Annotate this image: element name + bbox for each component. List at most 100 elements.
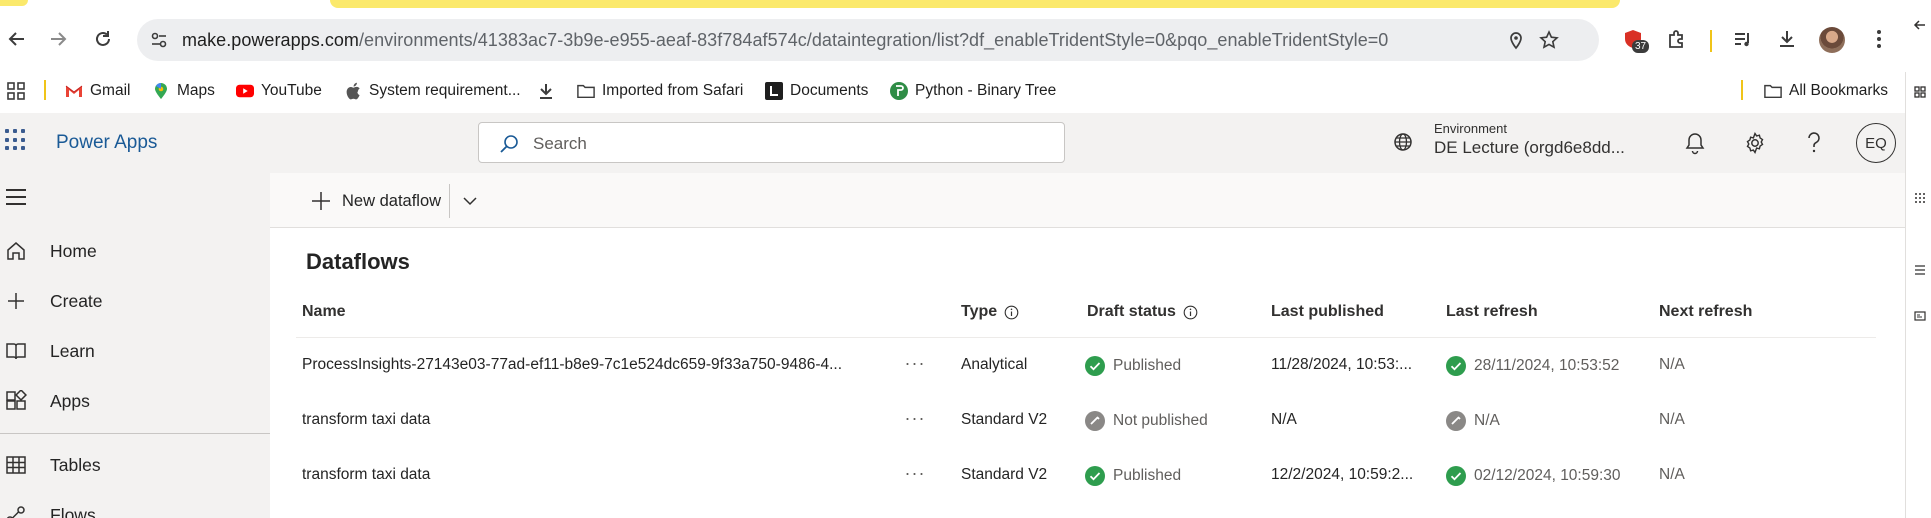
media-queue-icon[interactable]: [1728, 24, 1758, 54]
help-question-icon[interactable]: [1800, 129, 1828, 157]
table-row[interactable]: ProcessInsights-27143e03-77ad-ef11-b8e9-…: [296, 339, 1876, 394]
location-icon[interactable]: [1504, 28, 1528, 52]
column-label: Next refresh: [1659, 303, 1753, 320]
bookmark-youtube[interactable]: YouTube: [236, 78, 322, 104]
search-input[interactable]: Search: [533, 134, 587, 154]
bookmark-label: YouTube: [261, 82, 322, 99]
check-circle-icon: [1446, 356, 1466, 376]
bookmark-python-binary-tree[interactable]: Python - Binary Tree: [890, 78, 1056, 104]
column-header-last-published[interactable]: Last published: [1271, 303, 1384, 321]
app-title[interactable]: Power Apps: [56, 132, 157, 154]
nav-item-learn[interactable]: Learn: [0, 331, 270, 371]
apple-icon: [344, 82, 362, 100]
column-header-draft-status[interactable]: Draft status: [1087, 303, 1198, 321]
back-arrow-icon[interactable]: [1912, 17, 1928, 33]
nav-item-create[interactable]: Create: [0, 281, 270, 321]
forward-icon[interactable]: [41, 22, 75, 56]
bookmark-label: Documents: [790, 82, 869, 99]
grid-icon[interactable]: [1912, 190, 1928, 206]
app-launcher-icon[interactable]: [5, 129, 27, 151]
new-dataflow-button[interactable]: New dataflow: [310, 186, 441, 216]
url-path: /environments/41383ac7-3b9e-e955-aeaf-83…: [358, 30, 1389, 50]
nav-label: Learn: [50, 340, 95, 361]
column-header-last-refresh[interactable]: Last refresh: [1446, 303, 1538, 321]
youtube-icon: [236, 82, 254, 100]
download-icon[interactable]: [1772, 24, 1802, 54]
bookmark-system-requirements[interactable]: System requirement...: [344, 78, 521, 104]
address-bar[interactable]: make.powerapps.com/environments/41383ac7…: [137, 19, 1599, 61]
chevron-down-icon[interactable]: [458, 189, 482, 213]
info-icon[interactable]: [1004, 305, 1019, 320]
home-icon: [4, 239, 28, 263]
site-settings-icon[interactable]: [147, 28, 171, 52]
last-published: N/A: [1271, 411, 1297, 428]
reload-icon[interactable]: [86, 22, 120, 56]
dataflow-name-link[interactable]: ProcessInsights-27143e03-77ad-ef11-b8e9-…: [302, 356, 842, 374]
grid-icon[interactable]: [1912, 84, 1928, 100]
last-refresh[interactable]: 28/11/2024, 10:53:52: [1446, 356, 1619, 376]
notifications-bell-icon[interactable]: [1681, 129, 1709, 157]
hamburger-menu-icon[interactable]: [6, 189, 28, 207]
bookmark-label: Gmail: [90, 82, 131, 99]
nav-label: Apps: [50, 390, 90, 411]
nav-item-apps[interactable]: Apps: [0, 381, 270, 421]
last-refresh[interactable]: 02/12/2024, 10:59:30: [1446, 466, 1621, 486]
user-avatar[interactable]: EQ: [1856, 123, 1896, 163]
table-row[interactable]: transform taxi data ··· Standard V2 Publ…: [296, 449, 1876, 504]
bookmark-folder-imported[interactable]: Imported from Safari: [577, 78, 743, 104]
table-row[interactable]: transform taxi data ··· Standard V2 Not …: [296, 394, 1876, 449]
nav-item-tables[interactable]: Tables: [0, 445, 270, 485]
plus-icon: [312, 192, 330, 210]
bookmark-star-icon[interactable]: [1537, 28, 1561, 52]
dataflow-name-link[interactable]: transform taxi data: [302, 411, 430, 429]
app-header: Power Apps Search Environment DE Lecture…: [0, 113, 1905, 173]
nav-label: Tables: [50, 454, 101, 475]
dataflow-type: Analytical: [961, 356, 1028, 373]
command-bar: New dataflow: [270, 173, 1905, 228]
last-published: 11/28/2024, 10:53:...: [1271, 356, 1413, 373]
nav-item-flows[interactable]: Flows: [0, 495, 270, 518]
column-header-next-refresh[interactable]: Next refresh: [1659, 303, 1752, 321]
bookmark-download[interactable]: [537, 78, 555, 104]
search-icon: [500, 135, 518, 153]
puzzle-extensions-icon[interactable]: [1662, 24, 1692, 54]
panel-icon[interactable]: [1912, 308, 1928, 324]
left-navigation: Home Create Learn Apps Tables Flows: [0, 173, 270, 518]
dataflow-name-link[interactable]: transform taxi data: [302, 466, 430, 484]
check-circle-icon: [1446, 466, 1466, 486]
bookmark-maps[interactable]: Maps: [152, 78, 215, 104]
not-published-icon: [1085, 411, 1105, 431]
settings-gear-icon[interactable]: [1741, 129, 1769, 157]
documents-logo-icon: [765, 82, 783, 100]
nav-item-home[interactable]: Home: [0, 231, 270, 271]
apps-grid-icon[interactable]: [7, 78, 25, 104]
browser-toolbar: make.powerapps.com/environments/41383ac7…: [0, 0, 1931, 80]
address-url[interactable]: make.powerapps.com/environments/41383ac7…: [182, 30, 1388, 51]
column-label: Last refresh: [1446, 303, 1538, 320]
menu-icon[interactable]: [1912, 262, 1928, 278]
all-bookmarks[interactable]: All Bookmarks: [1764, 78, 1888, 104]
bookmark-documents[interactable]: Documents: [765, 78, 868, 104]
draft-status: Not published: [1085, 411, 1208, 431]
environment-picker[interactable]: DE Lecture (orgd6e8dd...: [1434, 138, 1625, 158]
gmail-icon: [65, 82, 83, 100]
nav-label: Flows: [50, 504, 96, 518]
last-refresh[interactable]: N/A: [1446, 411, 1500, 431]
more-options-icon[interactable]: ···: [900, 461, 930, 485]
dataflow-type: Standard V2: [961, 466, 1048, 483]
shield-extension-icon[interactable]: 37: [1618, 24, 1650, 54]
column-header-name[interactable]: Name: [302, 303, 346, 321]
back-icon[interactable]: [0, 22, 34, 56]
kebab-menu-icon[interactable]: [1864, 24, 1894, 54]
active-tab-accent: [330, 0, 1620, 8]
more-options-icon[interactable]: ···: [900, 351, 930, 375]
last-refresh-label: 28/11/2024, 10:53:52: [1474, 357, 1620, 374]
profile-avatar[interactable]: [1819, 27, 1845, 53]
bookmark-gmail[interactable]: Gmail: [65, 78, 130, 104]
info-icon[interactable]: [1183, 305, 1198, 320]
search-box[interactable]: Search: [478, 122, 1065, 163]
toolbar-separator: [1710, 30, 1712, 52]
not-refreshed-icon: [1446, 411, 1466, 431]
more-options-icon[interactable]: ···: [900, 406, 930, 430]
column-header-type[interactable]: Type: [961, 303, 1019, 321]
